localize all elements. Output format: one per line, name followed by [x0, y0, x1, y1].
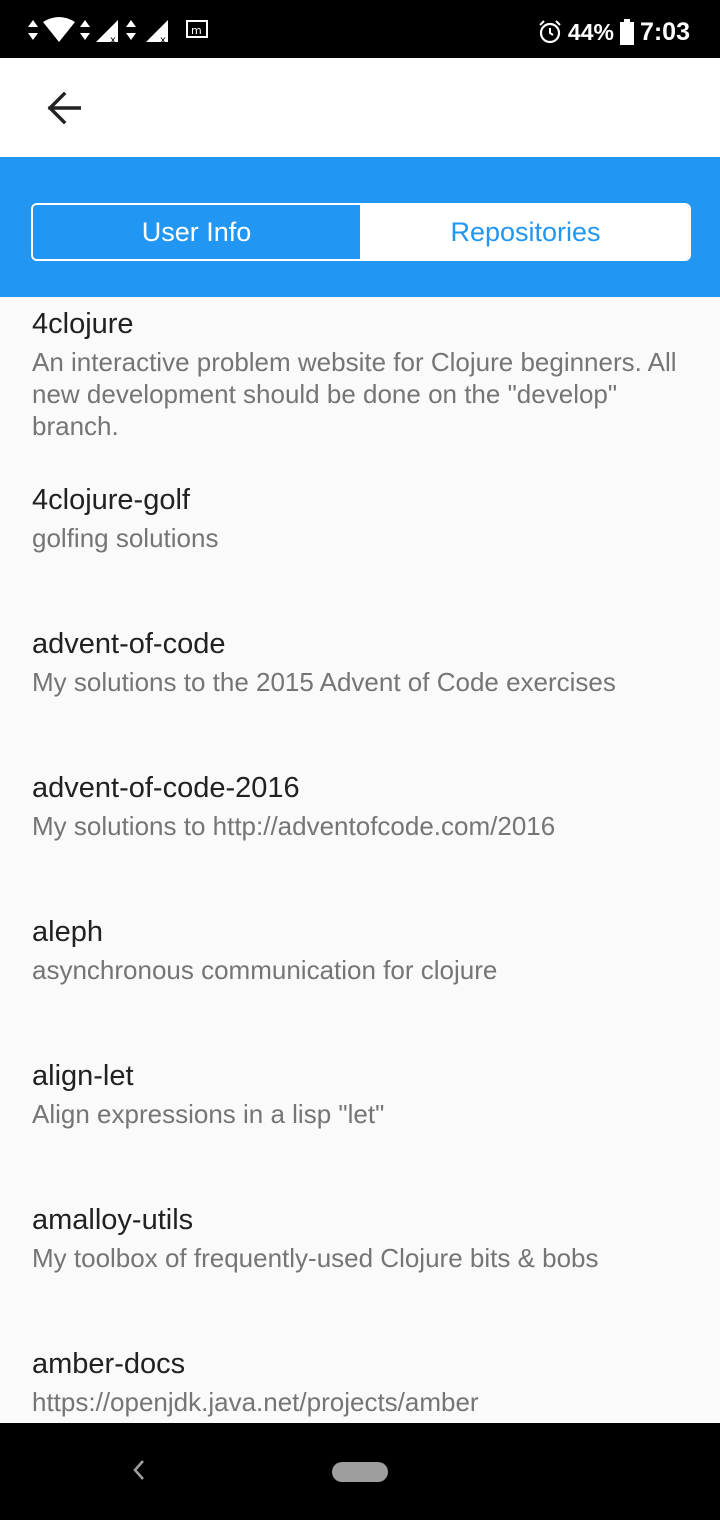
data-arrows-icon [126, 20, 136, 40]
repo-description: Align expressions in a lisp "let" [32, 1099, 385, 1129]
data-arrows-icon [80, 20, 90, 40]
list-item[interactable]: 4clojure-golf golfing solutions [32, 482, 692, 554]
repository-list[interactable]: 4clojure An interactive problem website … [0, 297, 720, 1423]
repo-description: https://openjdk.java.net/projects/amber [32, 1387, 479, 1417]
status-icons-right: 44% 7:03 [538, 14, 690, 50]
list-item[interactable]: align-let Align expressions in a lisp "l… [32, 1058, 692, 1130]
tab-header: User Info Repositories [0, 157, 720, 297]
list-item[interactable]: amalloy-utils My toolbox of frequently-u… [32, 1202, 692, 1274]
back-button[interactable] [40, 86, 88, 130]
list-item[interactable]: aleph asynchronous communication for clo… [32, 914, 692, 986]
clock: 7:03 [639, 17, 690, 46]
list-item[interactable]: amber-docs https://openjdk.java.net/proj… [32, 1346, 692, 1418]
list-item[interactable]: 4clojure An interactive problem website … [32, 306, 692, 442]
repo-description: My solutions to http://adventofcode.com/… [32, 811, 556, 841]
data-arrows-icon [28, 20, 38, 40]
list-item[interactable]: advent-of-code My solutions to the 2015 … [32, 626, 692, 698]
signal-icon: x [146, 20, 168, 44]
svg-text:x: x [160, 35, 166, 44]
segmented-control: User Info Repositories [31, 203, 691, 261]
nav-back-button[interactable] [124, 1455, 154, 1485]
tab-user-info-label: User Info [141, 216, 252, 247]
repo-name: advent-of-code [32, 628, 226, 660]
repo-name: 4clojure [32, 308, 134, 340]
repo-description: asynchronous communication for clojure [32, 955, 498, 985]
app-bar [0, 58, 720, 157]
battery-icon [619, 19, 634, 45]
wifi-icon [43, 17, 75, 42]
repo-description: My solutions to the 2015 Advent of Code … [32, 667, 616, 697]
nav-back-icon [133, 1460, 144, 1480]
repo-name: advent-of-code-2016 [32, 772, 300, 804]
notification-icon: m [186, 20, 208, 38]
svg-text:m: m [191, 24, 202, 37]
repo-description: An interactive problem website for Cloju… [32, 347, 677, 441]
navigation-bar [0, 1423, 720, 1520]
repo-name: align-let [32, 1060, 134, 1092]
repo-name: 4clojure-golf [32, 484, 190, 516]
repo-name: amber-docs [32, 1348, 186, 1380]
repo-name: amalloy-utils [32, 1204, 194, 1236]
status-bar: x x m 44% 7:03 [0, 0, 720, 58]
list-item[interactable]: advent-of-code-2016 My solutions to http… [32, 770, 692, 842]
tab-repositories-label: Repositories [450, 216, 601, 247]
svg-text:x: x [110, 35, 116, 44]
tab-repositories[interactable]: Repositories [362, 205, 689, 259]
repo-name: aleph [32, 916, 103, 948]
home-pill-icon[interactable] [332, 1462, 388, 1482]
alarm-icon [539, 20, 561, 44]
battery-percent: 44% [567, 18, 614, 45]
repo-description: My toolbox of frequently-used Clojure bi… [32, 1243, 599, 1273]
tab-user-info[interactable]: User Info [33, 205, 362, 259]
status-icons-left: x x m [26, 14, 210, 46]
arrow-back-icon [47, 92, 81, 124]
repo-description: golfing solutions [32, 523, 219, 553]
signal-icon: x [96, 20, 118, 44]
